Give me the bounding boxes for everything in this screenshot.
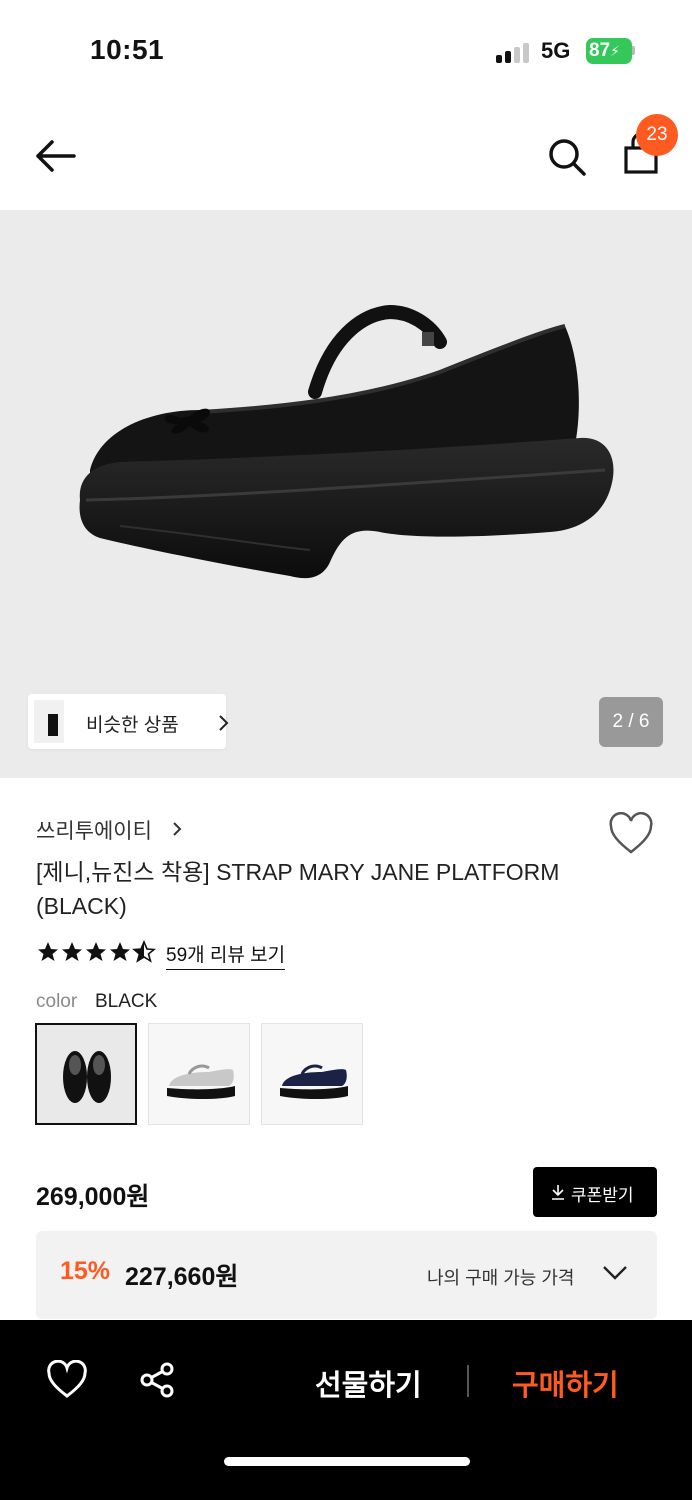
original-price: 269,000원 [36, 1183, 150, 1211]
status-time: 10:51 [90, 34, 165, 65]
battery-icon: 87⚡ [586, 38, 632, 64]
top-nav [0, 100, 692, 210]
similar-products-button[interactable]: 비슷한 상품 [28, 694, 229, 749]
color-label: color [36, 991, 78, 1012]
similar-products-label: 비슷한 상품 [86, 715, 179, 736]
product-image [79, 304, 614, 579]
image-page-indicator: 2 / 6 [599, 697, 663, 747]
similar-product-thumbnail [34, 700, 64, 743]
brand-link[interactable]: 쓰리투에이티 [36, 815, 152, 845]
chevron-down-icon [603, 1266, 627, 1280]
half-star-icon [132, 940, 156, 963]
home-indicator [224, 1457, 470, 1466]
buy-button[interactable]: 구매하기 [512, 1362, 619, 1404]
color-option-navy[interactable] [261, 1023, 363, 1125]
status-bar: 10:51 5G 87⚡ [0, 0, 692, 100]
gift-button[interactable]: 선물하기 [315, 1362, 422, 1404]
download-icon [552, 1185, 564, 1200]
product-title: [제니,뉴진스 착용] STRAP MARY JANE PLATFORM (BL… [36, 859, 560, 919]
bottom-action-bar: 선물하기 구매하기 [0, 1320, 692, 1500]
divider [467, 1365, 469, 1397]
star-icon [86, 942, 106, 961]
color-thumbnail [167, 1064, 235, 1099]
star-icon [38, 942, 58, 961]
chevron-right-icon [219, 715, 229, 731]
heart-icon [609, 812, 653, 854]
search-button[interactable] [544, 134, 590, 180]
star-icon [62, 942, 82, 961]
bottom-wishlist-button[interactable] [46, 1359, 88, 1400]
battery-cap [632, 46, 635, 55]
share-button[interactable] [138, 1360, 178, 1400]
review-link[interactable]: 59개 리뷰 보기 [166, 940, 286, 970]
discount-price-panel[interactable]: 15% 227,660원 나의 구매 가능 가격 [36, 1231, 657, 1319]
back-button[interactable] [30, 136, 82, 176]
selected-color: BLACK [95, 991, 158, 1012]
search-icon [549, 139, 586, 176]
signal-icon [496, 41, 532, 63]
coupon-button[interactable]: 쿠폰받기 [533, 1167, 657, 1217]
wishlist-button[interactable] [608, 812, 654, 856]
heart-icon [47, 1359, 87, 1398]
battery-level: 87 [589, 40, 611, 61]
chevron-right-icon [173, 822, 182, 836]
sale-price: 227,660원 [125, 1263, 239, 1291]
back-arrow-icon [36, 140, 76, 172]
coupon-label: 쿠폰받기 [571, 1186, 634, 1205]
network-type: 5G [541, 38, 571, 63]
color-thumbnail [63, 1051, 111, 1103]
rating-stars [36, 940, 156, 966]
share-icon [140, 1362, 174, 1398]
color-option-silver[interactable] [148, 1023, 250, 1125]
color-thumbnail [280, 1064, 348, 1099]
cart-count-badge: 23 [636, 114, 678, 156]
color-option-black[interactable] [35, 1023, 137, 1125]
star-icon [110, 942, 130, 961]
discount-rate: 15% [60, 1257, 111, 1285]
my-price-label: 나의 구매 가능 가격 [427, 1268, 575, 1288]
product-image-gallery[interactable]: 비슷한 상품 2 / 6 [0, 210, 692, 778]
